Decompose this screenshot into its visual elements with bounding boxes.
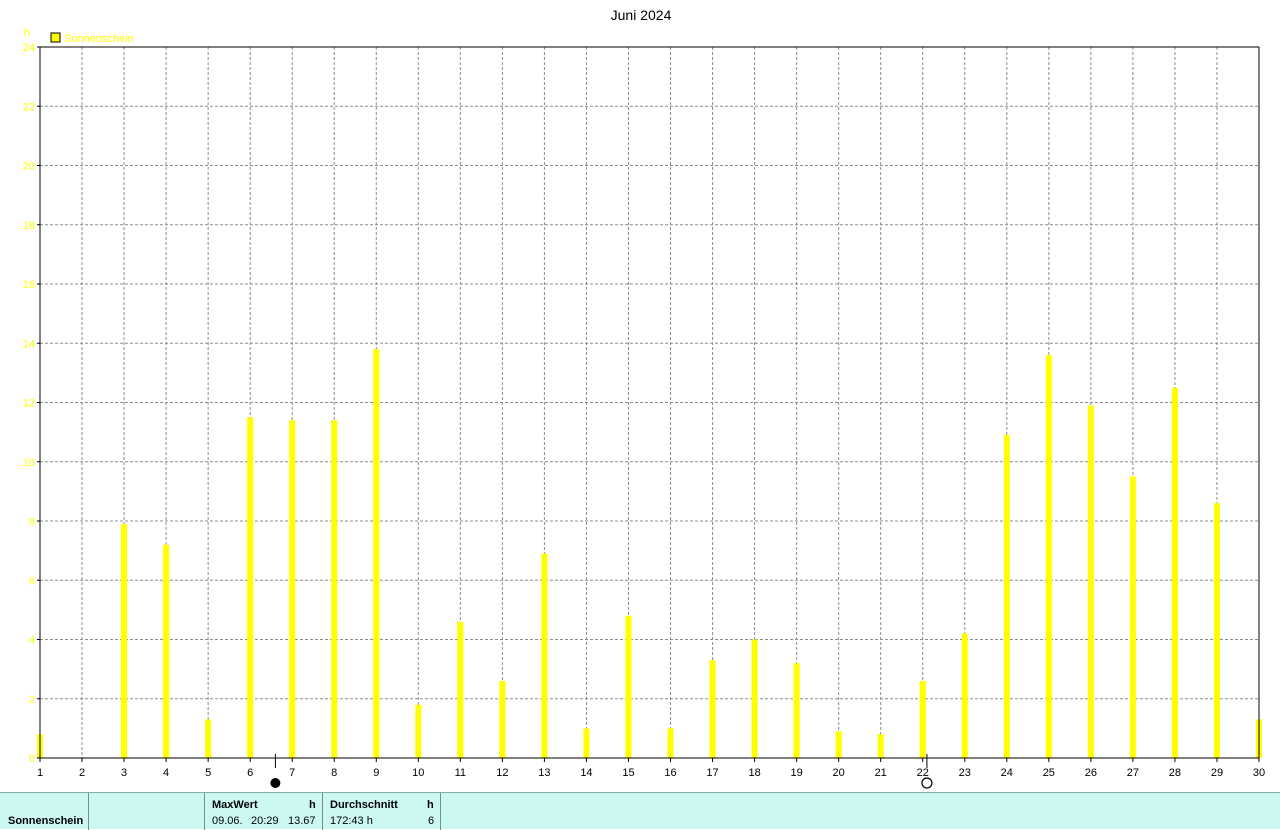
bar <box>877 734 884 758</box>
summary-table: Sonnenschein MaxWert h 09.06. 20:29 13.6… <box>0 792 1280 830</box>
x-tick-label: 13 <box>538 767 550 779</box>
max-header: MaxWert <box>212 799 258 811</box>
avg-value: 6 <box>428 815 435 827</box>
bars <box>37 349 1262 758</box>
sunshine-chart: Juni 2024 h Sonnenschein 024681012141618… <box>23 7 1265 789</box>
x-tick-label: 5 <box>205 767 211 779</box>
y-tick-label: 22 <box>23 101 35 113</box>
x-tick-label: 9 <box>373 767 379 779</box>
x-tick-label: 22 <box>917 767 929 779</box>
bar <box>121 523 128 758</box>
bar <box>205 719 212 758</box>
y-tick-label: 16 <box>23 279 35 291</box>
full-moon-icon <box>921 777 933 789</box>
x-tick-label: 18 <box>748 767 760 779</box>
x-tick-label: 29 <box>1211 767 1223 779</box>
row-label: Sonnenschein <box>8 815 84 827</box>
x-tick-label: 27 <box>1127 767 1139 779</box>
bar <box>1213 503 1220 758</box>
x-tick-label: 16 <box>664 767 676 779</box>
avg-unit: h <box>427 799 434 811</box>
bar <box>835 731 842 758</box>
bar <box>1003 435 1010 758</box>
bar <box>289 420 296 758</box>
max-unit: h <box>309 799 316 811</box>
legend-label: Sonnenschein <box>64 33 134 45</box>
bar <box>667 728 674 758</box>
x-tick-label: 26 <box>1085 767 1097 779</box>
x-tick-label: 25 <box>1043 767 1055 779</box>
bar <box>793 663 800 758</box>
avg-header: Durchschnitt <box>330 799 398 811</box>
grid-lines <box>40 46 1259 758</box>
y-tick-label: 14 <box>23 338 35 350</box>
bar <box>373 349 380 758</box>
x-tick-label: 14 <box>580 767 592 779</box>
y-tick-label: 18 <box>23 220 35 232</box>
bar <box>541 553 548 758</box>
max-value-cell: MaxWert h 09.06. 20:29 13.67 <box>205 793 323 830</box>
x-tick-label: 20 <box>833 767 845 779</box>
bar <box>919 680 926 758</box>
axes <box>37 46 1260 762</box>
bar <box>163 544 170 758</box>
y-tick-label: 2 <box>29 694 35 706</box>
x-tick-label: 15 <box>622 767 634 779</box>
max-value: 13.67 <box>288 815 316 827</box>
bar <box>499 680 506 758</box>
x-tick-label: 8 <box>331 767 337 779</box>
average-cell: Durchschnitt h 172:43 h 6 <box>323 793 441 830</box>
y-tick-label: 6 <box>29 575 35 587</box>
y-axis-unit: h <box>24 27 30 39</box>
row-label-cell: Sonnenschein <box>0 793 89 830</box>
y-tick-label: 12 <box>23 398 35 410</box>
bar <box>751 639 758 758</box>
x-tick-labels: 1 2 3 4 5 6 7 8 9 10 11 12 13 14 15 16 17 18 19 20 21 22 23 24 2… <box>37 767 1265 779</box>
x-tick-label: 4 <box>163 767 169 779</box>
bar <box>457 621 464 758</box>
x-tick-label: 28 <box>1169 767 1181 779</box>
y-tick-label: 24 <box>23 42 35 54</box>
x-tick-label: 17 <box>706 767 718 779</box>
new-moon-icon <box>270 778 281 788</box>
bar <box>961 633 968 758</box>
max-date: 09.06. <box>212 815 243 827</box>
bar <box>331 420 338 758</box>
x-tick-label: 2 <box>79 767 85 779</box>
x-tick-label: 3 <box>121 767 127 779</box>
y-tick-label: 4 <box>29 635 35 647</box>
x-tick-label: 30 <box>1253 767 1265 779</box>
x-tick-label: 24 <box>1001 767 1013 779</box>
x-tick-label: 12 <box>496 767 508 779</box>
bar <box>1045 355 1052 758</box>
bar <box>625 615 632 758</box>
legend-swatch <box>50 32 61 43</box>
bar <box>247 417 254 758</box>
x-tick-label: 6 <box>247 767 253 779</box>
x-tick-label: 23 <box>959 767 971 779</box>
bar <box>583 728 590 758</box>
x-tick-label: 7 <box>289 767 295 779</box>
bar <box>1129 476 1136 758</box>
y-tick-label: 8 <box>29 516 35 528</box>
legend: Sonnenschein <box>50 32 134 45</box>
x-tick-label: 1 <box>37 767 43 779</box>
max-time: 20:29 <box>251 815 279 827</box>
x-tick-label: 19 <box>790 767 802 779</box>
avg-total: 172:43 h <box>330 815 373 827</box>
empty-cell <box>89 793 205 830</box>
x-tick-label: 10 <box>412 767 424 779</box>
y-tick-label: 10 <box>23 457 35 469</box>
y-tick-label: 0 <box>29 753 35 765</box>
y-tick-labels: 024681012141618202224 <box>23 42 35 765</box>
bar <box>1171 387 1178 758</box>
y-tick-label: 20 <box>23 161 35 173</box>
bar <box>1087 405 1094 758</box>
x-tick-label: 21 <box>875 767 887 779</box>
x-tick-label: 11 <box>455 767 466 779</box>
bar <box>709 660 716 758</box>
bar <box>415 704 422 758</box>
chart-title: Juni 2024 <box>611 7 672 23</box>
